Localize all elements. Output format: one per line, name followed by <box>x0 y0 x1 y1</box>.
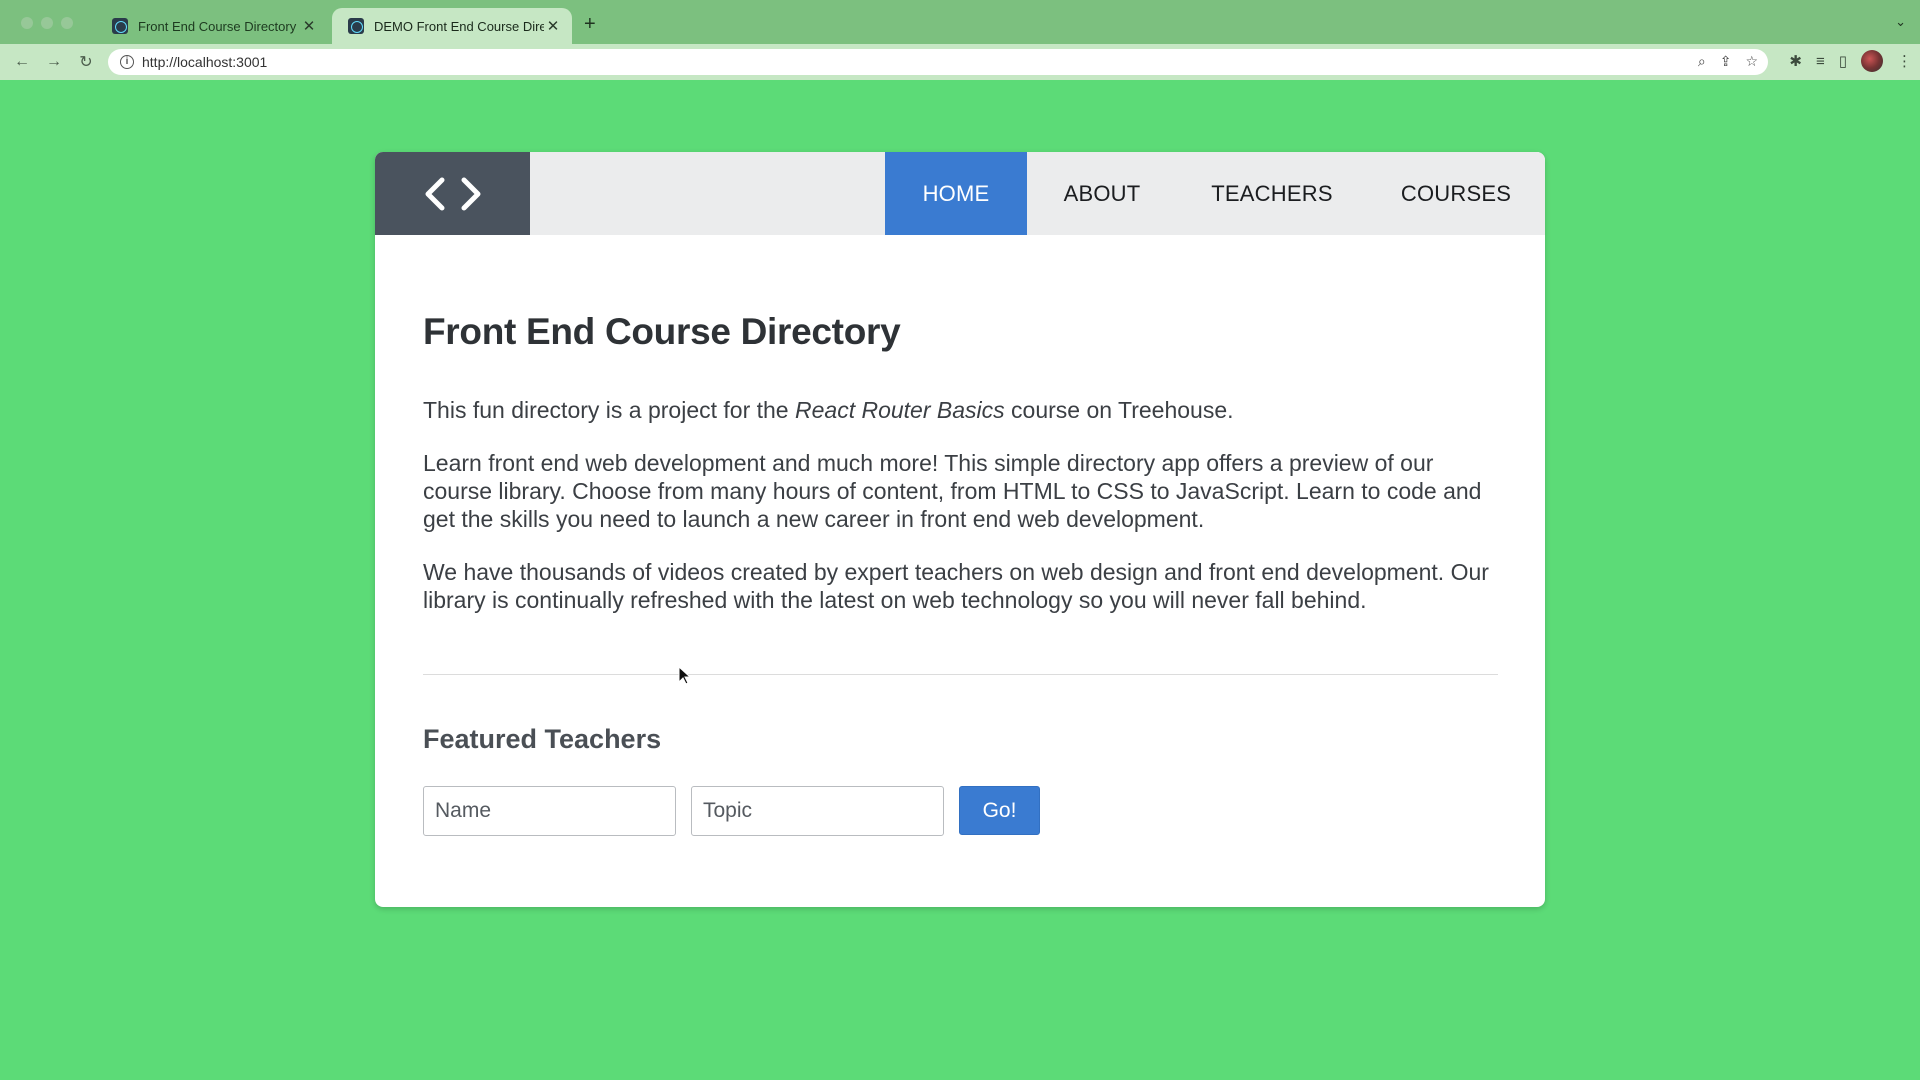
back-arrow-icon[interactable]: ← <box>6 53 38 71</box>
page-content: Front End Course Directory <box>423 310 1498 354</box>
name-input[interactable] <box>423 786 676 836</box>
main-nav: HOME ABOUT TEACHERS COURSES <box>885 152 1545 235</box>
extensions-icon[interactable]: ✱ <box>1789 52 1802 70</box>
reload-icon[interactable]: ↻ <box>70 52 102 72</box>
browser-chrome: Front End Course Directory ✕ DEMO Front … <box>0 0 1920 80</box>
address-bar[interactable]: i http://localhost:3001 ⌕ ⇪ ☆ <box>108 49 1768 75</box>
featured-teachers-title: Featured Teachers <box>423 724 662 754</box>
kebab-menu-icon[interactable]: ⋮ <box>1897 52 1912 70</box>
minimize-window-button[interactable] <box>41 17 53 29</box>
description-paragraph: Learn front end web development and much… <box>423 450 1482 532</box>
nav-home[interactable]: HOME <box>885 152 1027 235</box>
side-panel-icon[interactable]: ▯ <box>1839 52 1847 70</box>
divider <box>423 674 1498 675</box>
mouse-pointer-icon <box>678 666 692 685</box>
zoom-icon[interactable]: ⌕ <box>1698 53 1706 70</box>
tab-title: Front End Course Directory <box>138 18 297 34</box>
close-window-button[interactable] <box>21 17 33 29</box>
nav-courses[interactable]: COURSES <box>1367 152 1545 235</box>
intro-text: This fun directory is a project for the <box>423 397 795 423</box>
page-title: Front End Course Directory <box>423 311 901 352</box>
tab-title: DEMO Front End Course Direct <box>374 18 544 34</box>
info-icon[interactable]: i <box>120 55 134 69</box>
close-icon[interactable]: ✕ <box>544 17 562 35</box>
library-paragraph: We have thousands of videos created by e… <box>423 559 1489 613</box>
intro-paragraph: This fun directory is a project for the … <box>423 396 1498 424</box>
new-tab-button[interactable]: + <box>584 13 596 36</box>
course-name: React Router Basics <box>795 397 1005 423</box>
media-list-icon[interactable]: ≡ <box>1816 53 1825 70</box>
chevron-down-icon[interactable]: ⌄ <box>1895 14 1906 30</box>
tab-strip: Front End Course Directory ✕ DEMO Front … <box>0 0 1920 44</box>
close-icon[interactable]: ✕ <box>300 17 318 35</box>
nav-about[interactable]: ABOUT <box>1027 152 1177 235</box>
browser-toolbar: ← → ↻ i http://localhost:3001 ⌕ ⇪ ☆ ✱ ≡ … <box>0 44 1920 80</box>
url-text[interactable]: http://localhost:3001 <box>142 54 267 70</box>
forward-arrow-icon[interactable]: → <box>38 53 70 71</box>
topic-input[interactable] <box>691 786 944 836</box>
go-button[interactable]: Go! <box>959 786 1040 835</box>
code-brackets-icon <box>425 177 480 210</box>
star-icon[interactable]: ☆ <box>1745 53 1758 70</box>
browser-tab-2[interactable]: DEMO Front End Course Direct ✕ <box>332 8 572 44</box>
main-container: HOME ABOUT TEACHERS COURSES Front End Co… <box>375 152 1545 907</box>
logo <box>375 152 530 235</box>
react-favicon-icon <box>348 18 364 34</box>
intro-text-end: course on Treehouse. <box>1004 397 1234 423</box>
avatar[interactable] <box>1861 50 1883 72</box>
share-icon[interactable]: ⇪ <box>1720 53 1732 70</box>
zoom-window-button[interactable] <box>61 17 73 29</box>
site-header: HOME ABOUT TEACHERS COURSES <box>375 152 1545 235</box>
nav-teachers[interactable]: TEACHERS <box>1177 152 1367 235</box>
react-favicon-icon <box>112 18 128 34</box>
browser-tab-1[interactable]: Front End Course Directory ✕ <box>96 8 328 44</box>
